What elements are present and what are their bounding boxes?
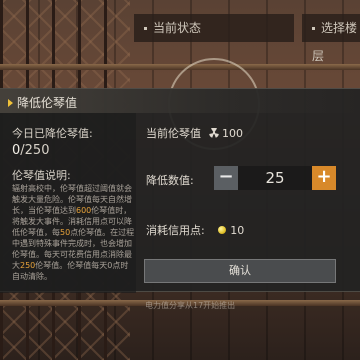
cost-value: 10 <box>230 224 245 237</box>
current-roentgen-row: 当前伦琴值 100 <box>146 125 243 141</box>
today-reduced-label: 今日已降伦琴值: <box>12 127 93 140</box>
description-label: 伦琴值说明: <box>12 169 71 182</box>
panel-title: 降低伦琴值 <box>8 94 77 111</box>
description-text: 辐射高校中，伦琴值超过阈值就会触发大量危险。伦琴值每天自然增长，当伦琴值达到60… <box>12 184 135 281</box>
panel-title-text: 降低伦琴值 <box>17 96 78 110</box>
credit-coin-icon <box>218 226 227 234</box>
increase-button[interactable]: + <box>312 166 336 190</box>
tab-current-status-label: 当前状态 <box>153 21 202 35</box>
reduce-roentgen-panel: 降低伦琴值 今日已降伦琴值: 0/250 伦琴值说明: 辐射高校中，伦琴值超过阈… <box>0 88 360 293</box>
tab-marker-icon <box>144 27 147 30</box>
reduce-amount-label: 降低数值: <box>146 174 194 187</box>
cost-row: 消耗信用点: 10 <box>146 222 244 238</box>
cost-label: 消耗信用点: <box>146 224 205 237</box>
current-roentgen-value: 100 <box>222 127 243 140</box>
footnote-text: 电力值分享从17开始推出 <box>145 301 236 310</box>
tab-marker-icon <box>312 27 315 30</box>
cost-amount: 10 <box>218 224 244 237</box>
reduce-amount-stepper: − 25 + <box>214 166 336 190</box>
radiation-icon <box>208 128 219 138</box>
tab-select-floor[interactable]: 选择楼层 <box>302 14 360 63</box>
confirm-button[interactable]: 确认 <box>144 259 336 283</box>
today-reduced-max: /250 <box>20 143 50 158</box>
decrease-button[interactable]: − <box>214 166 238 190</box>
today-reduced-value: 0/250 <box>12 143 49 158</box>
reduce-amount-value: 25 <box>238 166 312 190</box>
title-arrow-icon <box>8 98 13 107</box>
current-roentgen-label: 当前伦琴值 <box>146 127 201 140</box>
tab-current-status[interactable]: 当前状态 <box>134 14 294 42</box>
background-rail <box>0 64 360 70</box>
